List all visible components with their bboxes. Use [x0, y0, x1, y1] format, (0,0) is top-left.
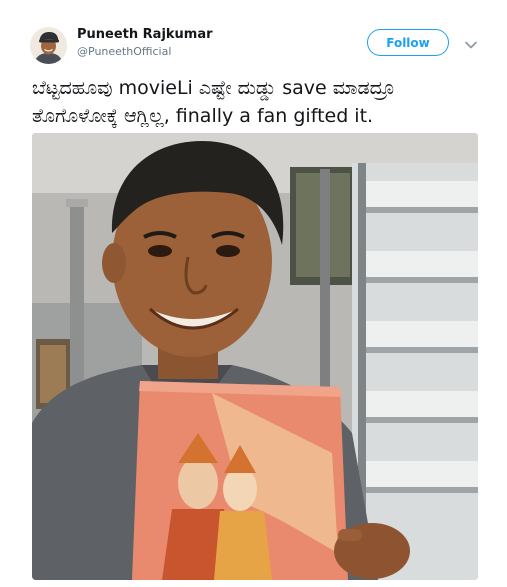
avatar[interactable]	[30, 27, 67, 64]
tweet-photo[interactable]	[32, 133, 478, 580]
author-handle[interactable]: @PuneethOfficial	[77, 45, 171, 58]
tweet-text-line: ತೊಗೊಳೋಕ್ಕೆ ಆಗ್ಲಿಲ್ಲ, finally a fan gifte…	[32, 105, 374, 127]
profile-photo-icon	[30, 27, 67, 64]
photo-image	[32, 133, 478, 580]
chevron-down-icon[interactable]	[464, 37, 478, 51]
tweet-text: ಬೆಟ್ಟದಹೂವು movieLi ಎಷ್ಟೇ ದುಡ್ಡು save ಮಾಡ…	[32, 74, 482, 130]
follow-button[interactable]: Follow	[367, 29, 449, 56]
tweet-text-line: ಬೆಟ್ಟದಹೂವು movieLi ಎಷ್ಟೇ ದುಡ್ಡು save ಮಾಡ…	[32, 77, 395, 99]
tweet-card: Puneeth Rajkumar @PuneethOfficial Follow…	[0, 0, 507, 587]
book	[132, 381, 348, 580]
author-name[interactable]: Puneeth Rajkumar	[77, 27, 213, 42]
